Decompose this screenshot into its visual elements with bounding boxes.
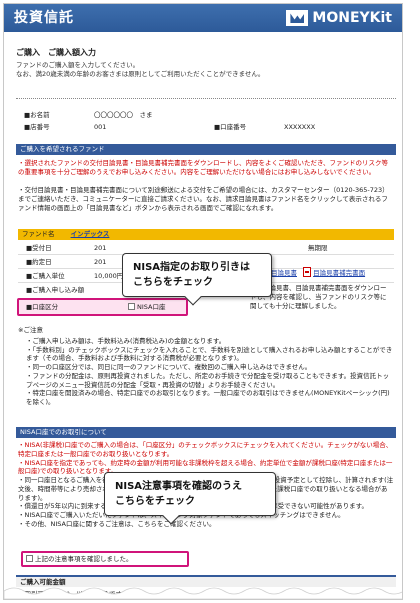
moneykit-logo: MONEYKit xyxy=(286,9,392,28)
branch-label: ■店番号 xyxy=(24,123,50,131)
torn-edge xyxy=(4,587,402,599)
notes-item: ・ファンドの分配金は、原則再投資されました。ただし、所定のお手続きで分配金を受け… xyxy=(26,371,390,389)
fund-section-header: ご購入を希望されるファンド xyxy=(16,144,396,155)
nisa-note: ・NISA(非課税)口座でのご購入の場合は、「口座区分」のチェックボックスにチェ… xyxy=(18,441,393,458)
callout-line: こちらをチェック xyxy=(133,277,213,288)
account-number-row: ■店番号 001 ■口座番号 XXXXXXX xyxy=(24,123,315,132)
row-label: ■ご購入単位 xyxy=(26,272,65,280)
intro-line-1: ファンドのご購入額を入力してください。 xyxy=(16,61,140,69)
intro-text: ファンドのご購入額を入力してください。 なお、満20歳未満の年齢のお客さまは原則… xyxy=(16,61,396,79)
notes-block: ※ご注意 ・ご購入申し込み額は、手数料込み(消費税込み)の金額となります。 ・「… xyxy=(18,326,394,407)
notes-item: ・同一の口座区分では、同日に同一のファンドについて、複数回のご購入申し込みはでき… xyxy=(26,363,312,372)
callout-line: NISA注意事項を確認のうえ xyxy=(115,481,243,492)
page-title: ご購入 ご購入額入力 xyxy=(16,48,96,57)
row-label: ■受付日 xyxy=(26,244,52,252)
row-label: ■約定日 xyxy=(26,258,52,266)
supplement-link[interactable]: 目論見書補完書面 xyxy=(313,269,365,277)
account-name-row: ■お名前 〇〇〇〇〇〇 さま xyxy=(24,111,153,120)
header-bar: 投資信託 MONEYKit xyxy=(4,4,402,32)
nisa-section-header: NISA口座でのお取引について xyxy=(16,427,396,438)
nisa-note: ・その他、NISA口座に関するご注意は、こちらをご確認ください。 xyxy=(18,519,216,528)
name-label: ■お名前 xyxy=(24,111,50,119)
notes-item: ・「手数料別」のチェックボックスにチェックを入れることで、手数料を別途として購入… xyxy=(26,345,393,363)
no-load-text: 無期限 xyxy=(308,244,328,252)
fund-notice-red: ・選択されたファンドの交付目論見書・目論見書補完書面をダウンロードし、内容をよく… xyxy=(18,159,389,176)
callout-line: こちらをチェック xyxy=(115,496,195,507)
row-value: 201 xyxy=(94,258,107,266)
callout-nisa-notes: NISA注意事項を確認のうえ こちらをチェック xyxy=(104,472,276,525)
name-value: 〇〇〇〇〇〇 さま xyxy=(94,111,153,119)
nisa-confirm-highlight xyxy=(21,551,189,567)
notes-title: ※ご注意 xyxy=(18,326,43,334)
logo-text: MONEYKit xyxy=(312,10,392,26)
logo-m-icon xyxy=(286,10,309,27)
callout-nisa-trade: NISA指定のお取り引きは こちらをチェック xyxy=(122,253,272,306)
callout-line: NISA指定のお取り引きは xyxy=(133,262,251,273)
branch-value: 001 xyxy=(94,123,107,131)
header-title: 投資信託 xyxy=(14,10,74,26)
fund-notice-delivery: ・交付目論見書・目論見書補完書面について別途郵送による交付をご希望の場合には、カ… xyxy=(18,186,389,212)
fund-name-label: ファンド名 xyxy=(22,230,55,238)
nisa-row-highlight xyxy=(17,298,188,316)
account-label: ■口座番号 xyxy=(214,123,247,131)
fund-table-header: ファンド名 インデックス xyxy=(18,229,394,240)
notes-item: ・特定口座を開設済みの場合、特定口座でのお取引となります。一般口座でのお取引はで… xyxy=(26,389,390,407)
account-value: XXXXXXX xyxy=(284,123,316,131)
pdf-icon xyxy=(303,267,312,277)
row-value: 201 xyxy=(94,244,107,252)
divider xyxy=(16,98,396,99)
row-label: ■ご購入申し込み額 xyxy=(26,286,85,294)
fund-name-link[interactable]: インデックス xyxy=(71,230,110,238)
intro-line-2: なお、満20歳未満の年齢のお客さまは原則としてご利用いただくことができません。 xyxy=(16,69,265,78)
notes-item: ・ご購入申し込み額は、手数料込み(消費税込み)の金額となります。 xyxy=(26,336,226,345)
page-frame: 投資信託 MONEYKit ご購入 ご購入額入力 ファンドのご購入額を入力してく… xyxy=(3,3,403,600)
